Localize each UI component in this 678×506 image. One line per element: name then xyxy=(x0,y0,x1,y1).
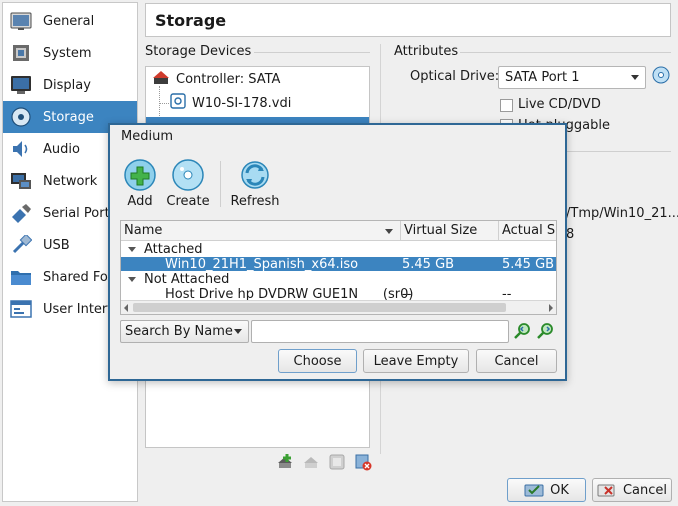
leave-empty-button[interactable]: Leave Empty xyxy=(363,349,469,373)
controller-icon xyxy=(152,69,170,89)
medium-list[interactable]: Name Virtual Size Actual Size Attached W… xyxy=(120,220,557,315)
optical-drive-value: SATA Port 1 xyxy=(505,70,580,85)
refresh-button[interactable]: Refresh xyxy=(225,158,285,209)
column-header-name[interactable]: Name xyxy=(124,221,396,240)
network-icon xyxy=(9,170,33,192)
section-divider xyxy=(254,52,370,53)
find-previous-icon[interactable] xyxy=(513,321,533,341)
ok-button[interactable]: OK xyxy=(507,478,586,502)
shared-folders-icon xyxy=(9,266,33,288)
medium-name: Win10_21H1_Spanish_x64.iso xyxy=(165,256,359,272)
create-button[interactable]: Create xyxy=(158,158,218,209)
dialog-title: Medium xyxy=(121,129,173,144)
cancel-button[interactable]: Cancel xyxy=(592,478,672,502)
attached-value: 8 xyxy=(566,227,575,242)
category-display[interactable]: Display xyxy=(3,69,137,101)
category-label: General xyxy=(43,13,95,29)
audio-icon xyxy=(9,138,33,160)
list-header: Name Virtual Size Actual Size xyxy=(121,221,556,241)
dialog-cancel-button[interactable]: Cancel xyxy=(476,349,557,373)
chevron-down-icon xyxy=(631,75,639,80)
hard-disk-icon xyxy=(170,93,186,113)
add-attachment-icon[interactable] xyxy=(301,452,321,472)
attributes-label: Attributes xyxy=(394,44,459,59)
storage-icon xyxy=(9,106,33,128)
system-icon xyxy=(9,42,33,64)
storage-toolbar xyxy=(275,452,373,472)
category-label: Storage xyxy=(43,109,94,125)
general-icon xyxy=(9,10,33,32)
section-divider xyxy=(460,52,671,53)
ok-icon xyxy=(524,483,544,497)
location-value: /Tmp/Win10_21... xyxy=(566,206,678,221)
category-label: Network xyxy=(43,173,98,189)
create-label: Create xyxy=(166,194,210,209)
display-icon xyxy=(9,74,33,96)
live-cd-label: Live CD/DVD xyxy=(518,97,601,112)
search-mode-value: Search By Name xyxy=(125,324,233,339)
remove-attachment-icon[interactable] xyxy=(353,452,373,472)
tree-controller-sata[interactable]: Controller: SATA xyxy=(146,67,369,91)
scroll-left-icon[interactable] xyxy=(124,304,128,312)
add-disk-icon xyxy=(123,158,157,192)
storage-devices-label: Storage Devices xyxy=(145,44,252,59)
sort-indicator-icon xyxy=(385,229,393,234)
category-label: Audio xyxy=(43,141,80,157)
medium-virtual-size: 5.45 GB xyxy=(402,256,455,272)
expand-arrow-icon xyxy=(128,277,136,282)
category-label: Display xyxy=(43,77,91,93)
tree-disk-item[interactable]: W10-SI-178.vdi xyxy=(146,91,369,115)
group-row-not-attached[interactable]: Not Attached xyxy=(121,272,556,287)
add-controller-icon[interactable] xyxy=(275,452,295,472)
table-row[interactable]: Win10_21H1_Spanish_x64.iso 5.45 GB 5.45 … xyxy=(121,256,556,272)
live-cd-checkbox[interactable] xyxy=(500,99,513,112)
remove-controller-icon[interactable] xyxy=(327,452,347,472)
category-system[interactable]: System xyxy=(3,37,137,69)
choose-disk-button[interactable] xyxy=(651,66,671,88)
category-general[interactable]: General xyxy=(3,5,137,37)
cancel-label: Cancel xyxy=(622,482,668,498)
medium-actual-size: 5.45 GB xyxy=(502,256,555,272)
refresh-label: Refresh xyxy=(230,194,280,209)
category-label: USB xyxy=(43,237,70,253)
column-header-virtual-size[interactable]: Virtual Size xyxy=(400,221,498,240)
find-next-icon[interactable] xyxy=(536,321,556,341)
usb-icon xyxy=(9,234,33,256)
ok-label: OK xyxy=(550,482,569,498)
horizontal-scrollbar[interactable] xyxy=(121,300,556,314)
create-disk-icon xyxy=(171,158,205,192)
controller-label: Controller: SATA xyxy=(176,71,281,87)
group-label: Attached xyxy=(144,242,203,257)
scroll-right-icon[interactable] xyxy=(549,304,553,312)
refresh-icon xyxy=(238,158,272,192)
optical-drive-select[interactable]: SATA Port 1 xyxy=(498,66,646,89)
serial-ports-icon xyxy=(9,202,33,224)
medium-dialog: Medium Add Create Refresh Name Virtual S… xyxy=(108,123,567,381)
group-label: Not Attached xyxy=(144,272,230,287)
expand-arrow-icon xyxy=(128,247,136,252)
search-mode-select[interactable]: Search By Name xyxy=(120,320,249,343)
chevron-down-icon xyxy=(234,329,242,334)
column-header-actual-size[interactable]: Actual Size xyxy=(498,221,556,240)
page-title: Storage xyxy=(145,3,671,37)
search-input[interactable] xyxy=(251,320,509,343)
disk-label: W10-SI-178.vdi xyxy=(192,95,292,111)
add-label: Add xyxy=(127,194,153,209)
cancel-icon xyxy=(597,483,617,497)
category-label: Serial Ports xyxy=(43,205,117,221)
optical-drive-label: Optical Drive: xyxy=(410,69,500,84)
scrollbar-thumb[interactable] xyxy=(133,303,506,312)
toolbar-separator xyxy=(220,161,221,207)
choose-button[interactable]: Choose xyxy=(278,349,357,373)
group-row-attached[interactable]: Attached xyxy=(121,242,556,257)
optical-disc-icon xyxy=(652,66,670,88)
user-interface-icon xyxy=(9,298,33,320)
category-label: System xyxy=(43,45,92,61)
